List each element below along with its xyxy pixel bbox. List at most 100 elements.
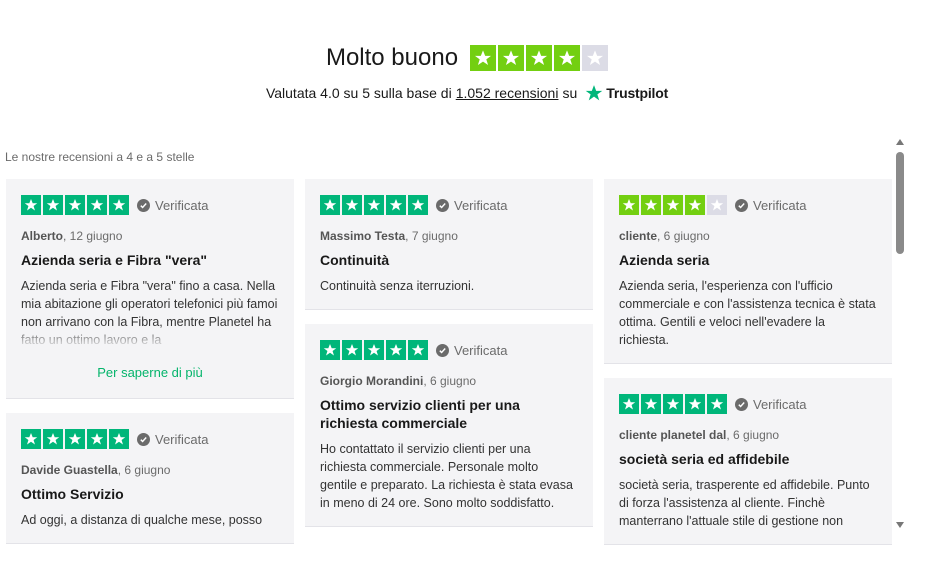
star-icon [554, 45, 581, 71]
subtitle-su: su [562, 85, 578, 101]
trustpilot-star-icon [586, 85, 603, 101]
star-icon [65, 429, 85, 449]
verified-badge: Verificata [137, 198, 208, 213]
star-icon [408, 195, 428, 215]
review-card[interactable]: Verificata Alberto, 12 giugno Azienda se… [6, 179, 294, 399]
star-icon [21, 429, 41, 449]
star-icon [386, 340, 406, 360]
star-icon [109, 195, 129, 215]
check-icon [137, 198, 150, 212]
author-name: Davide Guastella [21, 463, 118, 477]
star-icon [641, 394, 661, 414]
check-icon [137, 432, 150, 446]
verified-badge: Verificata [735, 198, 806, 213]
scroll-up-arrow-icon[interactable] [896, 139, 904, 145]
verified-label: Verificata [753, 197, 807, 213]
review-author: Alberto, 12 giugno [21, 229, 279, 243]
review-stars [619, 394, 727, 414]
rating-subtitle: Valutata 4.0 su 5 sulla base di 1.052 re… [0, 84, 934, 102]
trustpilot-wordmark: Trustpilot [606, 85, 669, 101]
verified-badge: Verificata [735, 397, 806, 412]
star-icon [43, 195, 63, 215]
review-title: Ottimo Servizio [21, 486, 124, 502]
summary-stars [470, 45, 609, 71]
star-icon [342, 195, 362, 215]
star-icon [65, 195, 85, 215]
review-card[interactable]: Verificata Giorgio Morandini, 6 giugno O… [305, 324, 593, 527]
star-icon [21, 195, 41, 215]
review-author: cliente planetel dal, 6 giugno [619, 428, 877, 442]
review-stars [320, 195, 428, 215]
rating-title: Molto buono [325, 44, 459, 71]
review-stars [21, 429, 129, 449]
review-title: Continuità [320, 252, 390, 268]
review-card[interactable]: Verificata Davide Guastella, 6 giugno Ot… [6, 413, 294, 544]
star-icon [109, 429, 129, 449]
star-icon [408, 340, 428, 360]
review-date: , 6 giugno [657, 229, 710, 243]
review-card[interactable]: Verificata cliente planetel dal, 6 giugn… [604, 378, 892, 545]
subtitle-text: Valutata 4.0 su 5 sulla base di [265, 85, 452, 101]
star-icon [320, 195, 340, 215]
star-icon [526, 45, 553, 71]
star-icon [685, 394, 705, 414]
review-author: cliente, 6 giugno [619, 229, 877, 243]
read-more-link[interactable]: Per saperne di più [21, 365, 279, 380]
review-title: Ottimo servizio clienti per una richiest… [320, 397, 520, 431]
star-icon [498, 45, 525, 71]
check-icon [436, 198, 449, 212]
star-icon [43, 429, 63, 449]
review-author: Giorgio Morandini, 6 giugno [320, 374, 578, 388]
scrollbar-thumb[interactable] [896, 152, 904, 254]
review-card[interactable]: Verificata cliente, 6 giugno Azienda ser… [604, 179, 892, 364]
review-body: Continuità senza iterruzioni. [320, 279, 475, 293]
verified-label: Verificata [454, 342, 508, 358]
star-icon [619, 394, 639, 414]
verified-label: Verificata [155, 197, 209, 213]
review-author: Massimo Testa, 7 giugno [320, 229, 578, 243]
verified-badge: Verificata [436, 343, 507, 358]
review-body: Ho contattato il servizio clienti per un… [320, 442, 573, 510]
star-icon [320, 340, 340, 360]
review-date: , 6 giugno [726, 428, 780, 442]
check-icon [735, 397, 748, 411]
review-column-1: Verificata Alberto, 12 giugno Azienda se… [6, 179, 294, 544]
star-icon [582, 45, 609, 71]
author-name: cliente [619, 229, 658, 243]
rating-summary: Molto buono Valutata 4.0 su 5 sulla base… [0, 44, 934, 102]
review-date: , 6 giugno [117, 463, 171, 477]
review-title: Azienda seria e Fibra "vera" [21, 252, 208, 268]
verified-label: Verificata [454, 197, 508, 213]
star-icon [470, 45, 497, 71]
review-date: , 12 giugno [63, 229, 123, 243]
review-stars [320, 340, 428, 360]
vertical-scrollbar[interactable] [894, 136, 906, 530]
star-icon [364, 195, 384, 215]
review-date: , 6 giugno [423, 374, 477, 388]
star-icon [641, 195, 661, 215]
review-stars [21, 195, 129, 215]
star-icon [707, 195, 727, 215]
reviews-count-link[interactable]: 1.052 recensioni [456, 85, 559, 101]
scroll-down-arrow-icon[interactable] [896, 522, 904, 528]
author-name: cliente planetel dal [619, 428, 727, 442]
review-column-3: Verificata cliente, 6 giugno Azienda ser… [604, 179, 892, 545]
verified-badge: Verificata [137, 432, 208, 447]
trustpilot-logo[interactable]: Trustpilot [585, 84, 668, 102]
star-icon [87, 195, 107, 215]
review-title: Azienda seria [619, 252, 710, 268]
check-icon [436, 343, 449, 357]
author-name: Massimo Testa [320, 229, 406, 243]
star-icon [87, 429, 107, 449]
star-icon [663, 195, 683, 215]
review-body: Azienda seria e Fibra "vera" fino a casa… [21, 279, 279, 349]
star-icon [619, 195, 639, 215]
review-title: società seria ed affidebile [619, 451, 790, 467]
review-card[interactable]: Verificata Massimo Testa, 7 giugno Conti… [305, 179, 593, 310]
review-stars [619, 195, 727, 215]
review-column-2: Verificata Massimo Testa, 7 giugno Conti… [305, 179, 593, 527]
review-body: Azienda seria, l'esperienza con l'uffici… [619, 279, 876, 347]
review-body: Ad oggi, a distanza di qualche mese, pos… [21, 513, 263, 527]
star-icon [707, 394, 727, 414]
verified-badge: Verificata [436, 198, 507, 213]
